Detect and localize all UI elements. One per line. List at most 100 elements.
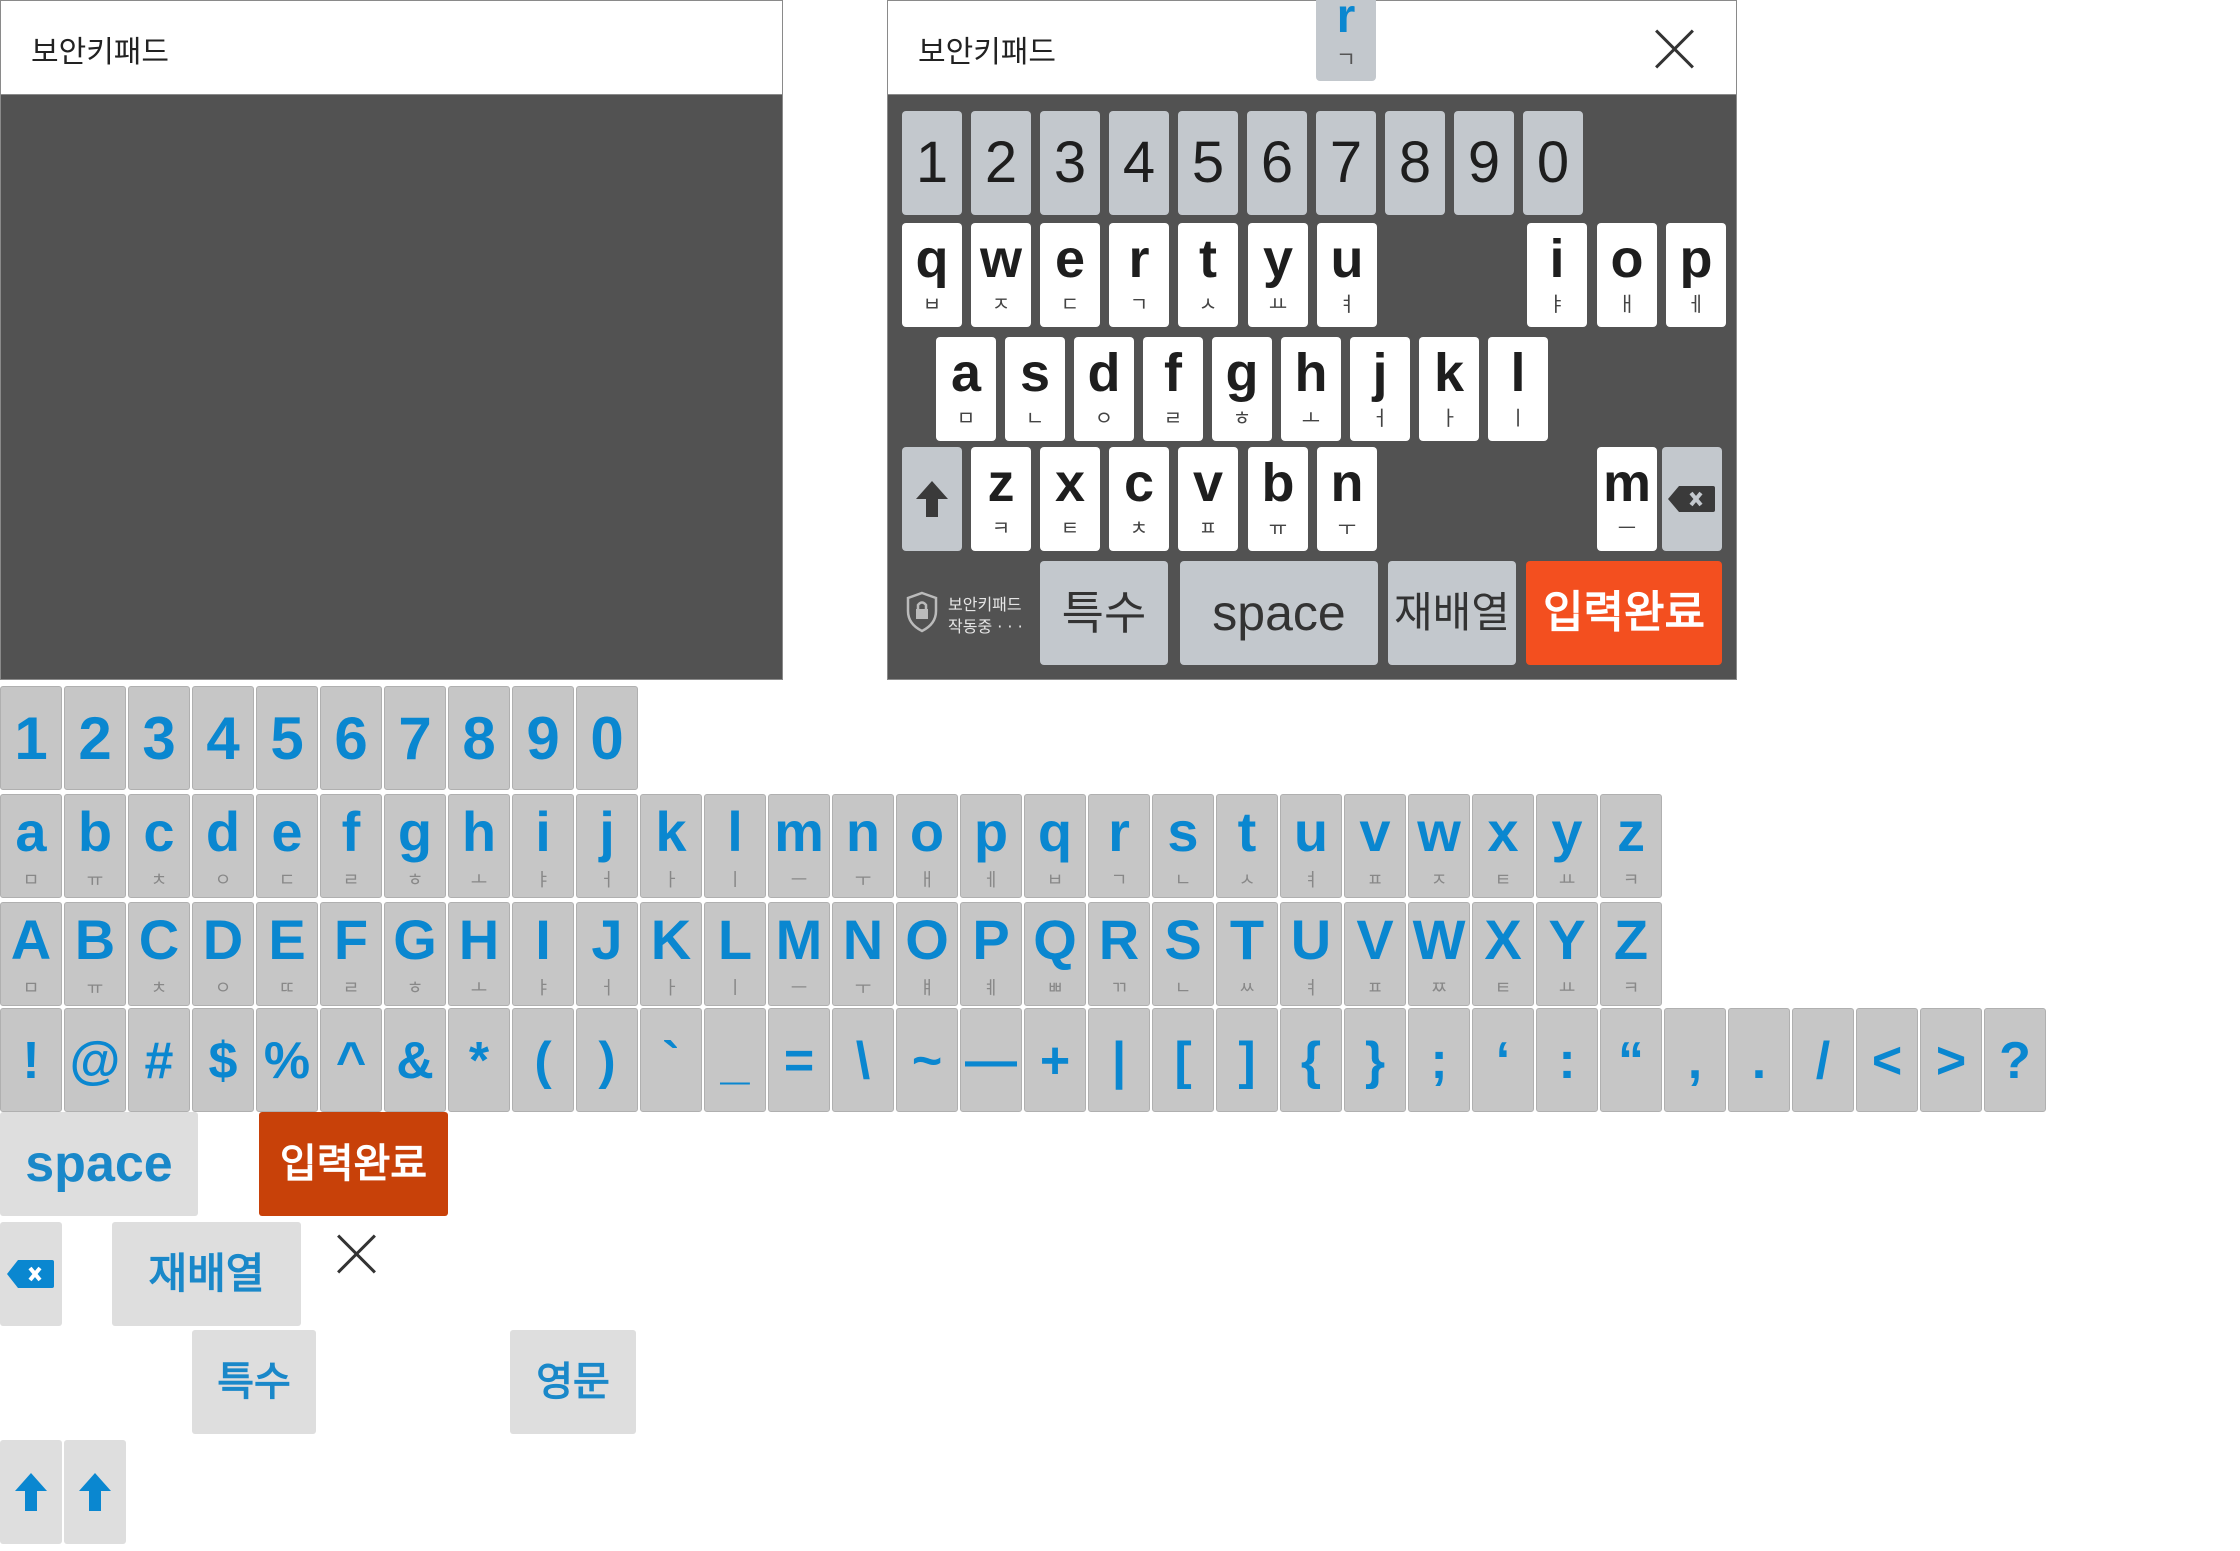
sprite-upper-key[interactable]: Bㅠ [64,902,126,1006]
letter-key[interactable]: zㅋ [971,447,1031,551]
sprite-lower-key[interactable]: vㅍ [1344,794,1406,898]
sprite-lower-key[interactable]: oㅐ [896,794,958,898]
sprite-number-key[interactable]: 4 [192,686,254,790]
sprite-upper-key[interactable]: Hㅗ [448,902,510,1006]
sprite-upper-key[interactable]: Zㅋ [1600,902,1662,1006]
sprite-symbol-key[interactable]: } [1344,1008,1406,1112]
sprite-symbol-key[interactable]: = [768,1008,830,1112]
letter-key[interactable]: wㅈ [971,223,1031,327]
sprite-symbol-key[interactable]: & [384,1008,446,1112]
sprite-symbol-key[interactable]: % [256,1008,318,1112]
number-key[interactable]: 5 [1178,111,1238,215]
sprite-symbol-key[interactable]: { [1280,1008,1342,1112]
close-icon[interactable] [1652,27,1696,71]
letter-key[interactable]: mㅡ [1597,447,1657,551]
sprite-upper-key[interactable]: Fㄹ [320,902,382,1006]
number-key[interactable]: 2 [971,111,1031,215]
sprite-symbol-key[interactable]: ‘ [1472,1008,1534,1112]
letter-key[interactable]: kㅏ [1419,337,1479,441]
sprite-lower-key[interactable]: lㅣ [704,794,766,898]
sprite-symbol-key[interactable]: * [448,1008,510,1112]
sprite-close-icon[interactable] [334,1232,378,1276]
sprite-space-key[interactable]: space [0,1112,198,1216]
sprite-lower-key[interactable]: qㅂ [1024,794,1086,898]
letter-key[interactable]: vㅍ [1178,447,1238,551]
sprite-upper-key[interactable]: Jㅓ [576,902,638,1006]
sprite-lower-key[interactable]: gㅎ [384,794,446,898]
sprite-upper-key[interactable]: Lㅣ [704,902,766,1006]
sprite-lower-key[interactable]: pㅔ [960,794,1022,898]
sprite-symbol-key[interactable]: ( [512,1008,574,1112]
sprite-lower-key[interactable]: jㅓ [576,794,638,898]
letter-key[interactable]: aㅁ [936,337,996,441]
number-key[interactable]: 9 [1454,111,1514,215]
letter-key[interactable]: tㅅ [1178,223,1238,327]
letter-key[interactable]: pㅔ [1666,223,1726,327]
sprite-upper-key[interactable]: Iㅑ [512,902,574,1006]
letter-key[interactable]: qㅂ [902,223,962,327]
letter-key[interactable]: xㅌ [1040,447,1100,551]
sprite-upper-key[interactable]: Vㅍ [1344,902,1406,1006]
sprite-symbol-key[interactable]: + [1024,1008,1086,1112]
sprite-upper-key[interactable]: Eㄸ [256,902,318,1006]
letter-key[interactable]: jㅓ [1350,337,1410,441]
sprite-english-key[interactable]: 영문 [510,1330,636,1434]
sprite-symbol-key[interactable]: — [960,1008,1022,1112]
sprite-upper-key[interactable]: Nㅜ [832,902,894,1006]
sprite-number-key[interactable]: 2 [64,686,126,790]
sprite-lower-key[interactable]: eㄷ [256,794,318,898]
sprite-symbol-key[interactable]: . [1728,1008,1790,1112]
sprite-lower-key[interactable]: hㅗ [448,794,510,898]
letter-key[interactable]: bㅠ [1248,447,1308,551]
done-key[interactable]: 입력완료 [1526,561,1722,665]
shift-key[interactable] [902,447,962,551]
sprite-done-key[interactable]: 입력완료 [259,1112,448,1216]
sprite-number-key[interactable]: 3 [128,686,190,790]
sprite-upper-key[interactable]: Xㅌ [1472,902,1534,1006]
sprite-upper-key[interactable]: Rㄲ [1088,902,1150,1006]
sprite-symbol-key[interactable]: ) [576,1008,638,1112]
sprite-symbol-key[interactable]: < [1856,1008,1918,1112]
number-key[interactable]: 0 [1523,111,1583,215]
letter-key[interactable]: gㅎ [1212,337,1272,441]
sprite-lower-key[interactable]: kㅏ [640,794,702,898]
letter-key[interactable]: fㄹ [1143,337,1203,441]
letter-key[interactable]: eㄷ [1040,223,1100,327]
sprite-upper-key[interactable]: Kㅏ [640,902,702,1006]
sprite-rearrange-key[interactable]: 재배열 [112,1222,301,1326]
sprite-symbol-key[interactable]: ~ [896,1008,958,1112]
sprite-lower-key[interactable]: dㅇ [192,794,254,898]
sprite-symbol-key[interactable]: “ [1600,1008,1662,1112]
letter-key[interactable]: oㅐ [1597,223,1657,327]
sprite-backspace-key[interactable] [0,1222,62,1326]
sprite-upper-key[interactable]: Wㅉ [1408,902,1470,1006]
number-key[interactable]: 7 [1316,111,1376,215]
sprite-lower-key[interactable]: xㅌ [1472,794,1534,898]
letter-key[interactable]: uㅕ [1317,223,1377,327]
sprite-shift-key-alt[interactable] [64,1440,126,1544]
sprite-upper-key[interactable]: Sㄴ [1152,902,1214,1006]
sprite-upper-key[interactable]: Uㅕ [1280,902,1342,1006]
special-key[interactable]: 특수 [1040,561,1168,665]
sprite-lower-key[interactable]: nㅜ [832,794,894,898]
sprite-symbol-key[interactable]: , [1664,1008,1726,1112]
letter-key[interactable]: dㅇ [1074,337,1134,441]
sprite-symbol-key[interactable]: # [128,1008,190,1112]
sprite-shift-key[interactable] [0,1440,62,1544]
sprite-upper-key[interactable]: Gㅎ [384,902,446,1006]
sprite-symbol-key[interactable]: ^ [320,1008,382,1112]
letter-key[interactable]: cㅊ [1109,447,1169,551]
sprite-lower-key[interactable]: wㅈ [1408,794,1470,898]
sprite-symbol-key[interactable]: @ [64,1008,126,1112]
sprite-number-key[interactable]: 9 [512,686,574,790]
letter-key[interactable]: hㅗ [1281,337,1341,441]
letter-key[interactable]: nㅜ [1317,447,1377,551]
sprite-lower-key[interactable]: tㅅ [1216,794,1278,898]
sprite-number-key[interactable]: 0 [576,686,638,790]
sprite-symbol-key[interactable]: | [1088,1008,1150,1112]
number-key[interactable]: 4 [1109,111,1169,215]
space-key[interactable]: space [1180,561,1378,665]
sprite-symbol-key[interactable]: ? [1984,1008,2046,1112]
letter-key[interactable]: iㅑ [1527,223,1587,327]
sprite-upper-key[interactable]: Aㅁ [0,902,62,1006]
